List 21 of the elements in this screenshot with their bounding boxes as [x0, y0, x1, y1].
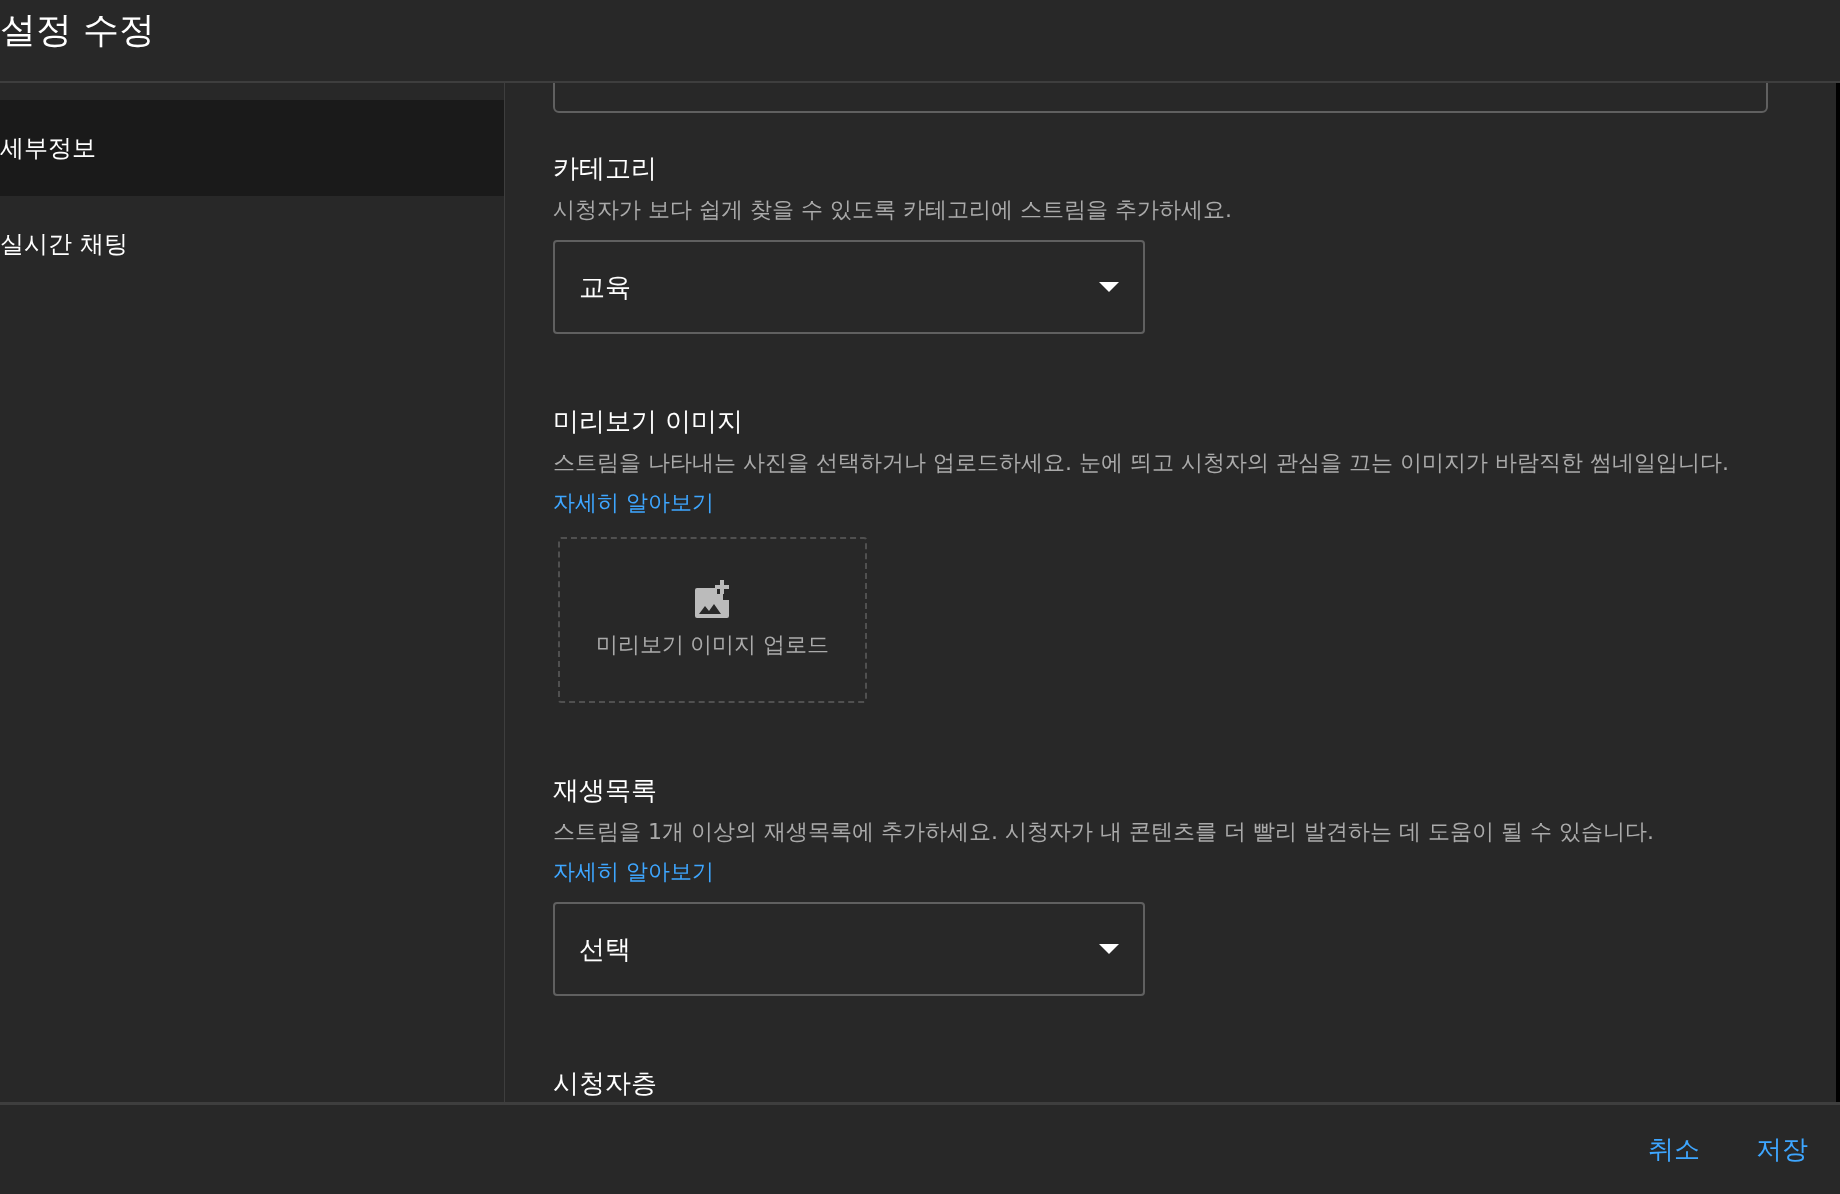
section-heading: 카테고리	[553, 152, 658, 185]
add-image-icon	[694, 580, 731, 618]
dropdown-select[interactable]: 선택	[553, 902, 1145, 996]
dialog-title: 설정 수정	[0, 8, 156, 52]
sidebar-item[interactable]: 실시간 채팅	[0, 196, 504, 292]
scrollbar[interactable]	[1836, 83, 1840, 1102]
footer-button[interactable]: 취소	[1644, 1126, 1704, 1173]
section-heading: 재생목록	[553, 774, 658, 807]
section-description: 시청자가 보다 쉽게 찾을 수 있도록 카테고리에 스트림을 추가하세요.	[553, 196, 1233, 224]
sidebar-item[interactable]: 세부정보	[0, 100, 504, 196]
section-heading: 미리보기 이미지	[553, 405, 745, 438]
learn-more-link[interactable]: 자세히 알아보기	[553, 490, 714, 515]
footer-button[interactable]: 저장	[1752, 1126, 1812, 1173]
section-heading: 시청자층	[553, 1067, 658, 1100]
dropdown-caret-icon	[1099, 282, 1119, 292]
upload-thumbnail-button[interactable]: 미리보기 이미지 업로드	[558, 537, 867, 703]
section-description: 스트림을 1개 이상의 재생목록에 추가하세요. 시청자가 내 콘텐츠를 더 빨리 발견하는 데 도움이 될 수 있습니다. 자세히 알아보기	[553, 818, 1655, 886]
dropdown-select[interactable]: 교육	[553, 240, 1145, 334]
learn-more-link[interactable]: 자세히 알아보기	[553, 859, 714, 884]
dropdown-caret-icon	[1099, 944, 1119, 954]
section-description: 스트림을 나타내는 사진을 선택하거나 업로드하세요. 눈에 띄고 시청자의 관심을 끄는 이미지가 바람직한 썸네일입니다. 자세히 알아보기	[553, 449, 1730, 517]
